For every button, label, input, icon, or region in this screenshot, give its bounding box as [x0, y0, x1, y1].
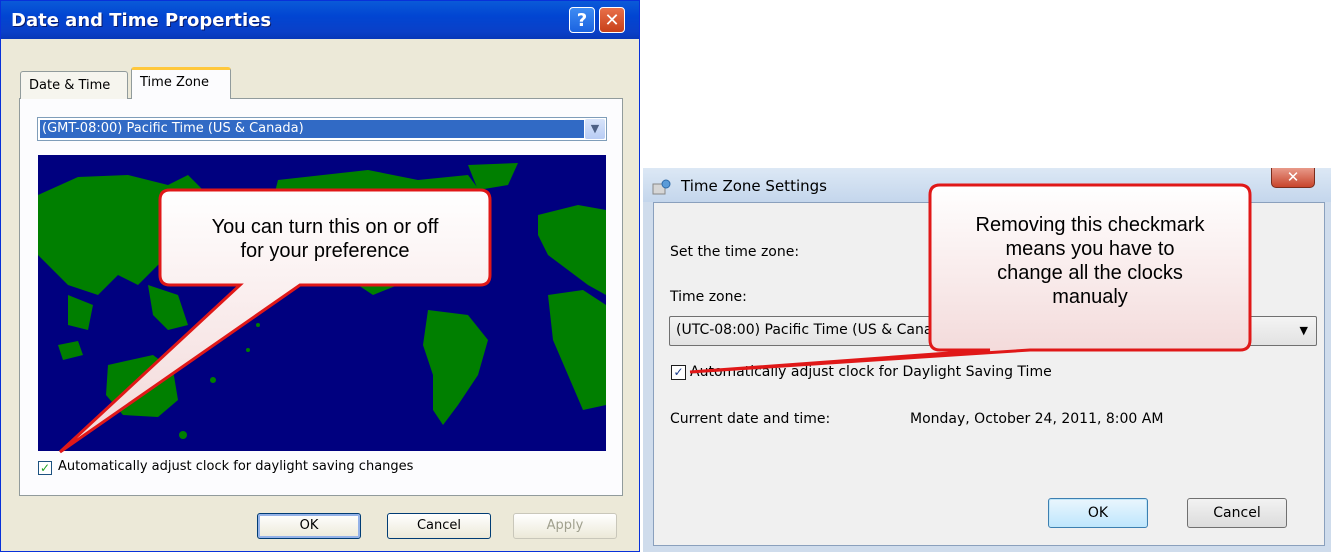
timezone-select[interactable]: (GMT-08:00) Pacific Time (US & Canada) ▼: [37, 117, 607, 141]
callout-right-text: Removing this checkmark means you have t…: [935, 213, 1245, 309]
timezone-select-value: (GMT-08:00) Pacific Time (US & Canada): [40, 120, 584, 138]
close-button[interactable]: ✕: [599, 7, 625, 33]
dst-checkbox-label[interactable]: Automatically adjust clock for daylight …: [58, 459, 413, 474]
current-date-time-value: Monday, October 24, 2011, 8:00 AM: [910, 411, 1164, 427]
ok-button[interactable]: OK: [1048, 498, 1148, 528]
dialog-title: Date and Time Properties: [11, 10, 272, 31]
set-time-zone-label: Set the time zone:: [670, 244, 800, 260]
callout-left-line: for your preference: [240, 240, 410, 262]
apply-button[interactable]: Apply: [513, 513, 617, 539]
tab-date-time[interactable]: Date & Time: [20, 71, 128, 99]
callout-right-line: change all the clocks: [997, 262, 1183, 284]
dialog-title: Time Zone Settings: [681, 177, 827, 195]
dst-checkbox[interactable]: ✓: [38, 461, 52, 475]
chevron-down-icon[interactable]: ▼: [1300, 324, 1308, 337]
globe-clock-icon: [652, 179, 671, 195]
help-button[interactable]: ?: [569, 7, 595, 33]
callout-left-line: You can turn this on or off: [211, 216, 439, 238]
title-bar: Time Zone Settings ✕: [643, 168, 1331, 202]
chevron-down-icon[interactable]: ▼: [585, 119, 605, 139]
title-bar: Date and Time Properties ? ✕: [1, 1, 639, 39]
world-map-graphic: [38, 155, 606, 451]
callout-left-text: You can turn this on or off for your pre…: [165, 215, 485, 263]
time-zone-label: Time zone:: [670, 289, 747, 305]
ok-button[interactable]: OK: [257, 513, 361, 539]
dst-checkbox[interactable]: ✓: [671, 365, 686, 380]
callout-right-line: manualy: [1052, 286, 1128, 308]
world-map[interactable]: [38, 155, 606, 451]
timezone-select-value: (UTC-08:00) Pacific Time (US & Canada): [676, 322, 956, 338]
close-button[interactable]: ✕: [1271, 168, 1315, 188]
timezone-select[interactable]: (UTC-08:00) Pacific Time (US & Canada) ▼: [669, 316, 1317, 346]
callout-right-line: means you have to: [1005, 238, 1175, 260]
current-date-time-label: Current date and time:: [670, 411, 831, 427]
dst-checkbox-label[interactable]: Automatically adjust clock for Daylight …: [690, 364, 1052, 380]
cancel-button[interactable]: Cancel: [387, 513, 491, 539]
date-time-properties-dialog: Date and Time Properties ? ✕ Date & Time…: [0, 0, 640, 552]
callout-right-line: Removing this checkmark: [975, 214, 1205, 236]
cancel-button[interactable]: Cancel: [1187, 498, 1287, 528]
tab-time-zone[interactable]: Time Zone: [131, 67, 231, 99]
